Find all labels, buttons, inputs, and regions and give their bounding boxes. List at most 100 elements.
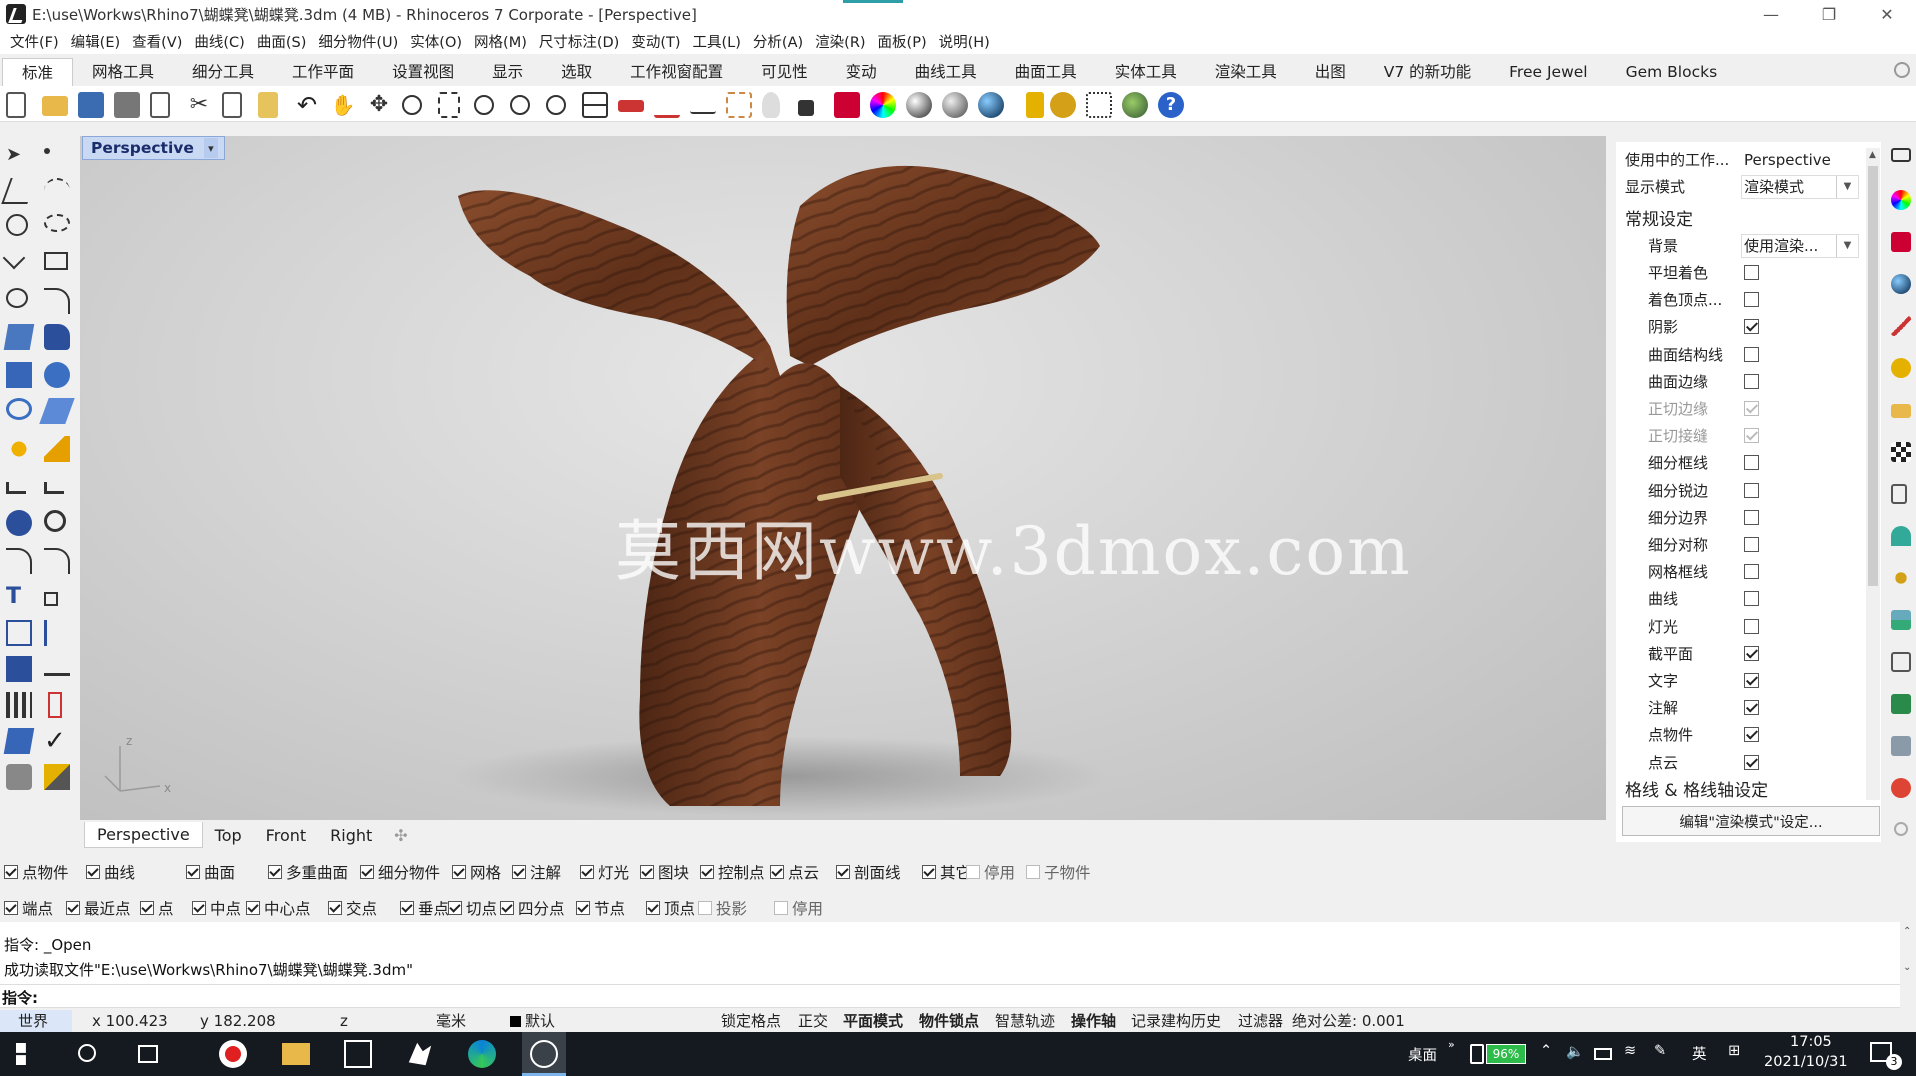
mesh-plane-icon[interactable]	[39, 398, 75, 424]
ground-plane-panel-icon[interactable]	[1891, 526, 1911, 546]
filter-toggle[interactable]: 点云	[770, 861, 819, 883]
export-icon[interactable]	[150, 92, 170, 118]
command-scroll-down-icon[interactable]: ⌄	[1903, 962, 1911, 973]
layers-icon[interactable]	[834, 92, 860, 118]
grid-snap-toggle[interactable]: 锁定格点	[721, 1010, 781, 1032]
textures-panel-icon[interactable]	[1891, 316, 1911, 336]
desktop-expand-chevron-icon[interactable]: »	[1448, 1038, 1455, 1051]
boolean-difference-icon[interactable]	[6, 510, 32, 536]
mesh-tools-icon[interactable]	[6, 764, 32, 790]
edge-browser-icon[interactable]	[468, 1040, 496, 1068]
menu-transform[interactable]: 变动(T)	[625, 31, 686, 52]
pan-hand-icon[interactable]: ✋	[330, 92, 356, 118]
named-views-panel-icon[interactable]	[1891, 610, 1911, 630]
notes-panel-icon[interactable]	[1891, 484, 1907, 504]
display-option-checkbox[interactable]	[1744, 537, 1759, 552]
command-scrollbar[interactable]: ⌃ ⌄	[1900, 922, 1916, 1008]
background-select[interactable]: 使用渲染... ▼	[1741, 233, 1859, 258]
restore-button[interactable]: ❐	[1800, 0, 1858, 28]
power-plug-icon[interactable]	[1470, 1044, 1484, 1064]
filter-checkbox[interactable]	[86, 865, 100, 879]
sun-panel-icon[interactable]	[1891, 568, 1911, 588]
osnap-checkbox[interactable]	[448, 901, 462, 915]
section-general-settings[interactable]: 常规设定	[1625, 205, 1693, 230]
menu-panels[interactable]: 面板(P)	[872, 31, 933, 52]
pen-icon[interactable]: ✎	[1654, 1043, 1666, 1059]
display-option-checkbox[interactable]	[1744, 645, 1759, 661]
viewtab-top[interactable]: Top	[203, 823, 254, 848]
smarttrack-toggle[interactable]: 智慧轨迹	[995, 1010, 1055, 1032]
viewport-menu-chevron-down-icon[interactable]: ▾	[203, 138, 218, 158]
box-icon[interactable]	[6, 362, 32, 388]
four-viewports-icon[interactable]	[582, 92, 608, 118]
ortho-toggle[interactable]: 正交	[798, 1010, 828, 1032]
leader-icon[interactable]	[44, 482, 64, 494]
grid-snap-icon[interactable]	[654, 92, 680, 118]
filter-checkbox[interactable]	[770, 865, 784, 879]
ime-language-indicator[interactable]: 英	[1692, 1043, 1707, 1064]
display-option-checkbox[interactable]	[1744, 618, 1759, 634]
tab-free-jewel[interactable]: Free Jewel	[1490, 58, 1606, 86]
tab-curve-tools[interactable]: 曲线工具	[896, 58, 996, 86]
tab-visibility[interactable]: 可见性	[742, 58, 827, 86]
filter-toggle[interactable]: 子物件	[1026, 861, 1091, 883]
add-viewport-icon[interactable]: ✣	[394, 826, 407, 845]
filter-checkbox[interactable]	[922, 865, 936, 879]
background-chevron-down-icon[interactable]: ▼	[1836, 234, 1858, 257]
text-icon[interactable]: T	[6, 584, 32, 610]
photos-app-icon[interactable]	[344, 1040, 372, 1068]
tray-chevron-up-icon[interactable]: ⌃	[1540, 1043, 1552, 1059]
gumball-toggle[interactable]: 操作轴	[1071, 1010, 1116, 1032]
mirror-icon[interactable]	[44, 620, 70, 646]
undo-view-icon[interactable]	[546, 95, 566, 115]
print-icon[interactable]	[114, 92, 140, 118]
panel-options-gear-icon[interactable]	[1894, 822, 1908, 836]
osnap-checkbox[interactable]	[646, 901, 660, 915]
viewport-title-tab[interactable]: Perspective ▾	[82, 136, 225, 160]
distance-icon[interactable]	[690, 88, 716, 114]
filter-toggle[interactable]: 注解	[512, 861, 561, 883]
ruler-icon[interactable]	[44, 664, 70, 676]
planar-toggle[interactable]: 平面模式	[843, 1010, 903, 1032]
menu-mesh[interactable]: 网格(M)	[468, 31, 533, 52]
display-option-checkbox[interactable]	[1744, 564, 1759, 580]
tab-set-view[interactable]: 设置视图	[373, 58, 473, 86]
library-panel-icon[interactable]	[1891, 736, 1911, 756]
environment-panel-icon[interactable]	[1891, 274, 1911, 294]
save-icon[interactable]	[78, 92, 104, 118]
edit-display-mode-button[interactable]: 编辑"渲染模式"设定...	[1622, 806, 1880, 836]
menu-subd[interactable]: 细分物件(U)	[312, 31, 404, 52]
globe-icon[interactable]	[1122, 92, 1148, 118]
files-panel-icon[interactable]	[1891, 404, 1911, 418]
zoom-selected-icon[interactable]	[510, 95, 530, 115]
menu-edit[interactable]: 编辑(E)	[65, 31, 126, 52]
tab-drafting[interactable]: 出图	[1296, 58, 1365, 86]
undo-icon[interactable]: ↶	[294, 92, 320, 118]
osnap-toggle[interactable]: 垂点	[400, 897, 449, 919]
new-file-icon[interactable]	[6, 92, 26, 118]
display-option-checkbox[interactable]	[1744, 319, 1759, 335]
ellipse-icon[interactable]	[44, 214, 70, 232]
file-explorer-icon[interactable]	[282, 1043, 310, 1065]
display-mode-chevron-down-icon[interactable]: ▼	[1836, 175, 1858, 198]
windows-start-icon[interactable]	[16, 1043, 26, 1065]
filter-checkbox[interactable]	[580, 865, 594, 879]
viewtab-perspective[interactable]: Perspective	[84, 822, 203, 848]
clock-date[interactable]: 2021/10/31	[1764, 1054, 1848, 1070]
filter-toggle[interactable]: 曲线	[86, 861, 135, 883]
tab-cplanes[interactable]: 工作平面	[273, 58, 373, 86]
osnap-toggle[interactable]: 切点	[448, 897, 497, 919]
tab-standard[interactable]: 标准	[2, 58, 74, 86]
osnap-toggle[interactable]: 顶点	[646, 897, 695, 919]
render-sphere-icon[interactable]	[942, 92, 968, 118]
filter-checkbox[interactable]	[1026, 865, 1040, 879]
panel-scrollbar[interactable]: ▲	[1866, 148, 1880, 800]
battery-tray-icon[interactable]	[1594, 1048, 1612, 1060]
filter-checkbox[interactable]	[186, 865, 200, 879]
explode-icon[interactable]	[48, 692, 62, 718]
osnap-checkbox[interactable]	[698, 901, 712, 915]
menu-dimension[interactable]: 尺寸标注(D)	[533, 31, 625, 52]
display-option-checkbox[interactable]	[1744, 373, 1759, 389]
volume-icon[interactable]: 🔈	[1566, 1043, 1584, 1060]
settings-panel-gear-icon[interactable]	[1891, 778, 1911, 798]
